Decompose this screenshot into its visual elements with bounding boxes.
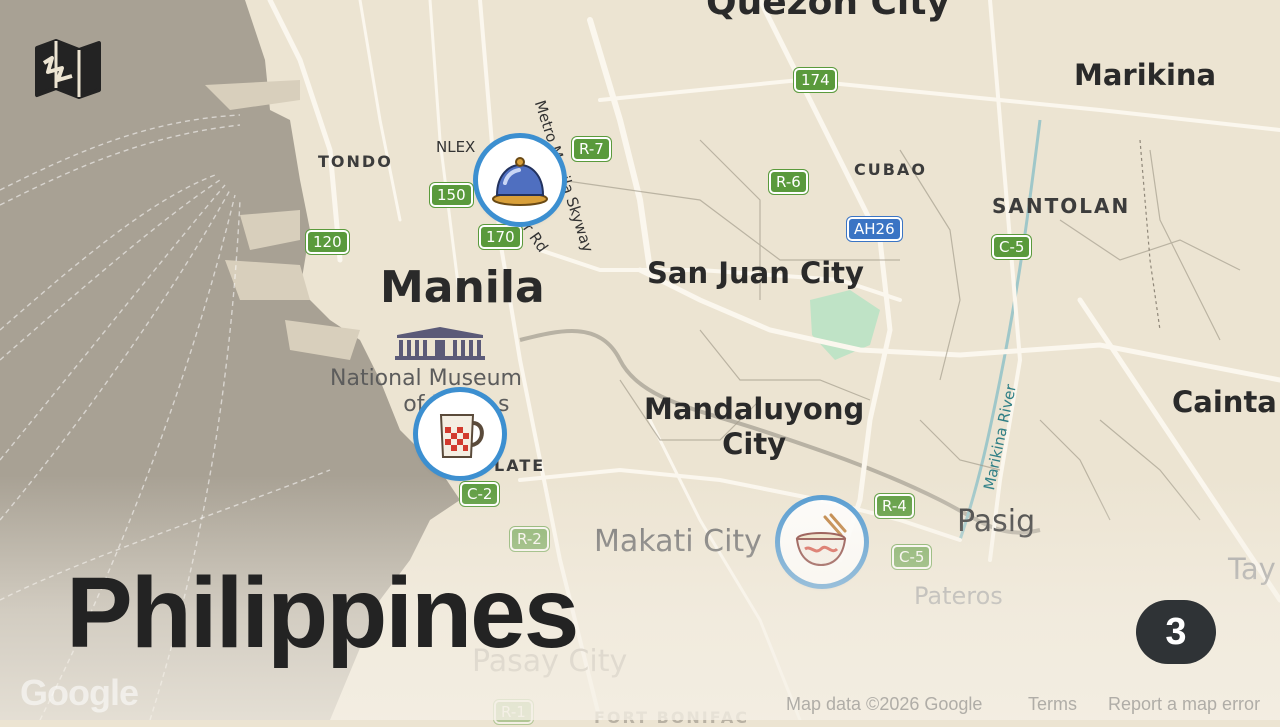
route-shield-174: 174 [794, 68, 837, 92]
city-label-marikina: Marikina [1074, 58, 1217, 92]
route-shield-170: 170 [479, 225, 522, 249]
route-shield-c5-south: C-5 [892, 545, 932, 569]
route-shield-r2: R-2 [510, 527, 549, 551]
district-label-cubao: CUBAO [854, 160, 927, 179]
count-badge[interactable]: 3 [1136, 600, 1216, 664]
district-label-fort-bonifacio: FORT BONIFAC [594, 708, 749, 727]
city-label-makati: Makati City [594, 524, 762, 559]
district-label-santolan: SANTOLAN [992, 194, 1131, 218]
city-label-san-juan: San Juan City [647, 256, 864, 290]
route-shield-ah26: AH26 [847, 217, 902, 241]
map-data-attribution: Map data ©2026 Google [786, 694, 983, 714]
map-marker-noodle-bowl[interactable] [780, 500, 864, 584]
route-shield-r7: R-7 [572, 137, 611, 161]
route-shield-120: 120 [306, 230, 349, 254]
route-shield-r4: R-4 [875, 494, 914, 518]
road-label-nlex: NLEX [436, 138, 476, 156]
city-label-cainta: Cainta [1172, 385, 1277, 419]
route-shield-r6: R-6 [769, 170, 808, 194]
city-label-pasig: Pasig [957, 504, 1036, 539]
page-title: Philippines [66, 557, 579, 669]
map-marker-cloche[interactable] [478, 138, 562, 222]
city-label-taytay: Tay [1228, 552, 1276, 586]
google-logo[interactable]: Google [20, 672, 139, 714]
district-label-malate: LATE [494, 456, 546, 475]
poi-label-suffix: s [498, 392, 510, 417]
map-marker-mug[interactable] [418, 392, 502, 476]
district-label-tondo: TONDO [318, 152, 393, 171]
city-label-manila: Manila [380, 262, 545, 313]
city-label-quezon: Quezon City [706, 0, 950, 23]
route-shield-150: 150 [430, 183, 473, 207]
noodle-bowl-icon [795, 513, 847, 567]
route-shield-c2: C-2 [460, 482, 500, 506]
cloche-icon [492, 157, 548, 206]
mug-icon [439, 414, 484, 458]
report-map-error-link[interactable]: Report a map error [1108, 694, 1260, 715]
route-shield-c5-north: C-5 [992, 235, 1032, 259]
folded-map-icon [35, 39, 101, 99]
route-shield-r1: R-1 [494, 700, 533, 724]
city-label-pateros: Pateros [914, 582, 1003, 610]
city-label-mandaluyong: Mandaluyong City [644, 392, 865, 461]
terms-link[interactable]: Terms [1028, 694, 1077, 715]
museum-icon[interactable] [393, 325, 487, 361]
